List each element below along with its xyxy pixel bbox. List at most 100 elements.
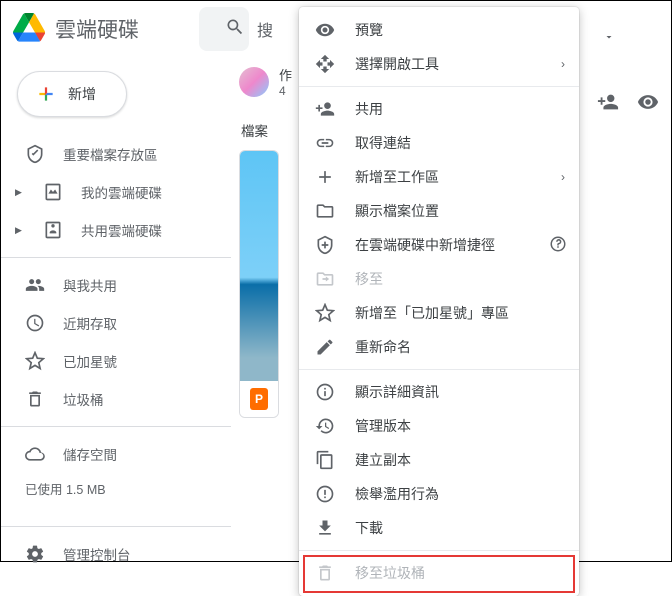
menu-label: 選擇開啟工具 [355,54,439,74]
menu-download[interactable]: 下載 [299,511,579,545]
sidebar-item-trash[interactable]: 垃圾桶 [1,380,231,418]
menu-label: 管理版本 [355,416,411,436]
menu-label: 下載 [355,518,383,538]
menu-show-location[interactable]: 顯示檔案位置 [299,194,579,228]
menu-label: 建立副本 [355,450,411,470]
context-menu: 預覽 選擇開啟工具 › 共用 取得連結 新增至工作區 › 顯示檔案位置 在雲端硬… [299,7,579,596]
menu-label: 顯示檔案位置 [355,201,439,221]
avatar [239,67,269,97]
search-icon [225,17,245,42]
gear-icon [25,544,45,564]
sidebar-divider [1,426,231,427]
plus-multicolor-icon [36,84,56,104]
star-outline-icon [315,303,335,323]
expand-triangle-icon[interactable]: ▶ [15,187,25,198]
download-icon [315,518,335,538]
sidebar-item-label: 我的雲端硬碟 [81,182,162,202]
add-shortcut-icon [315,235,335,255]
sidebar-item-storage[interactable]: 儲存空間 [1,435,231,473]
author-meta: 4 [279,84,292,98]
sidebar-item-label: 近期存取 [63,313,117,333]
app-title: 雲端硬碟 [55,14,139,44]
menu-divider [299,369,579,370]
folder-icon [315,201,335,221]
menu-label: 檢舉濫用行為 [355,484,439,504]
menu-add-to-workspace[interactable]: 新增至工作區 › [299,160,579,194]
sidebar: 新增 重要檔案存放區 ▶ 我的雲端硬碟 ▶ 共用雲端硬碟 與我共用 近期存取 已… [1,57,231,561]
menu-label: 重新命名 [355,337,411,357]
search-bar[interactable]: 搜 [199,7,249,51]
file-card[interactable]: P [239,150,279,418]
menu-report-abuse[interactable]: 檢舉濫用行為 [299,477,579,511]
menu-label: 取得連結 [355,133,411,153]
menu-label: 新增至工作區 [355,167,439,187]
people-icon [25,275,45,295]
menu-label: 移至垃圾桶 [355,563,425,583]
storage-used-text: 已使用 1.5 MB [1,479,231,498]
drive-logo-icon [13,13,45,45]
shared-drive-icon [43,220,63,240]
priority-icon [25,144,45,164]
menu-share[interactable]: 共用 [299,92,579,126]
sidebar-item-label: 管理控制台 [63,544,131,564]
sidebar-item-priority[interactable]: 重要檔案存放區 [1,135,231,173]
menu-add-to-starred[interactable]: 新增至「已加星號」專區 [299,296,579,330]
menu-move-to: 移至 [299,262,579,296]
sidebar-item-recent[interactable]: 近期存取 [1,304,231,342]
sidebar-item-starred[interactable]: 已加星號 [1,342,231,380]
search-options-dropdown[interactable] [593,21,625,53]
sidebar-item-label: 垃圾桶 [63,389,104,409]
menu-open-with[interactable]: 選擇開啟工具 › [299,47,579,81]
info-icon [315,382,335,402]
menu-rename[interactable]: 重新命名 [299,330,579,364]
menu-make-copy[interactable]: 建立副本 [299,443,579,477]
person-add-icon [315,99,335,119]
powerpoint-badge-icon: P [250,388,268,410]
menu-divider [299,550,579,551]
open-with-icon [315,54,335,74]
menu-move-to-trash: 移至垃圾桶 [299,556,579,590]
menu-divider [299,86,579,87]
sidebar-divider [1,257,231,258]
my-drive-icon [43,182,63,202]
sidebar-item-label: 與我共用 [63,275,117,295]
move-to-icon [315,269,335,289]
menu-label: 共用 [355,99,383,119]
sidebar-item-admin-console[interactable]: 管理控制台 [1,535,231,573]
history-icon [315,416,335,436]
help-icon[interactable] [549,235,567,256]
copy-icon [315,450,335,470]
sidebar-item-label: 已加星號 [63,351,117,371]
chevron-right-icon: › [561,57,565,71]
menu-label: 新增至「已加星號」專區 [355,303,509,323]
pencil-icon [315,337,335,357]
eye-icon [315,20,335,40]
new-button[interactable]: 新增 [17,71,127,117]
plus-icon [315,167,335,187]
new-button-label: 新增 [68,84,96,104]
trash-icon [25,389,45,409]
sidebar-item-shared-with-me[interactable]: 與我共用 [1,266,231,304]
cloud-icon [25,444,45,464]
sidebar-item-label: 儲存空間 [63,444,117,464]
trash-icon [315,563,335,583]
menu-details[interactable]: 顯示詳細資訊 [299,375,579,409]
link-icon [315,133,335,153]
menu-preview[interactable]: 預覽 [299,13,579,47]
sidebar-divider [1,526,231,527]
sidebar-item-my-drive[interactable]: ▶ 我的雲端硬碟 [1,173,231,211]
clock-icon [25,313,45,333]
menu-label: 在雲端硬碟中新增捷徑 [355,235,495,255]
report-icon [315,484,335,504]
search-text-partial: 搜 [257,17,273,41]
file-thumbnail [240,151,278,381]
menu-manage-versions[interactable]: 管理版本 [299,409,579,443]
menu-add-shortcut[interactable]: 在雲端硬碟中新增捷徑 [299,228,579,262]
chevron-right-icon: › [561,170,565,184]
file-title-bar: P [240,381,278,417]
sidebar-item-shared-drives[interactable]: ▶ 共用雲端硬碟 [1,211,231,249]
menu-get-link[interactable]: 取得連結 [299,126,579,160]
menu-label: 移至 [355,269,383,289]
menu-label: 顯示詳細資訊 [355,382,439,402]
expand-triangle-icon[interactable]: ▶ [15,225,25,236]
